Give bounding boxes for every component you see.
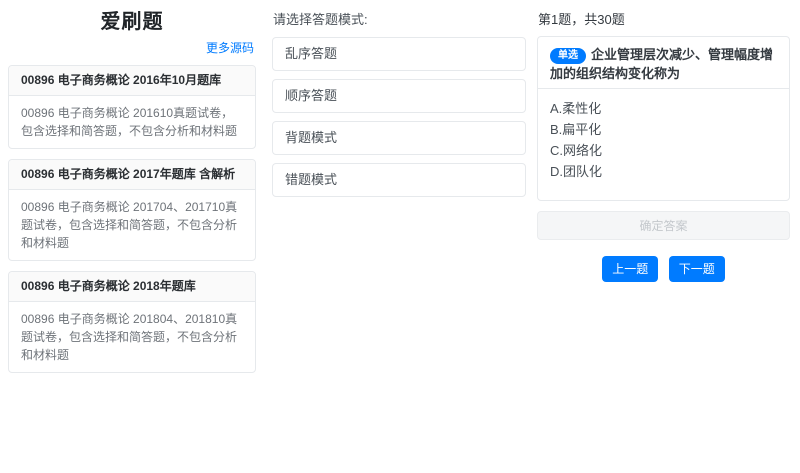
answer-option-d[interactable]: D.团队化 [550,162,777,183]
answer-option-c[interactable]: C.网络化 [550,141,777,162]
confirm-answer-button[interactable]: 确定答案 [537,211,790,240]
app-title: 爱刷题 [8,5,256,34]
more-source-link[interactable]: 更多源码 [8,39,254,56]
question-card: 单选企业管理层次减少、管理幅度增加的组织结构变化称为 A.柔性化 B.扁平化 C… [537,36,790,201]
bank-card-desc: 00896 电子商务概论 201610真题试卷，包含选择和简答题，不包含分析和材… [9,96,255,148]
answer-option-a[interactable]: A.柔性化 [550,99,777,120]
answer-options-list: A.柔性化 B.扁平化 C.网络化 D.团队化 [538,89,789,200]
prev-question-button[interactable]: 上一题 [602,256,658,282]
bank-card[interactable]: 00896 电子商务概论 2017年题库 含解析 00896 电子商务概论 20… [8,159,256,261]
mode-option-shuffled[interactable]: 乱序答题 [272,37,526,71]
bank-card[interactable]: 00896 电子商务概论 2018年题库 00896 电子商务概论 201804… [8,271,256,373]
question-nav: 上一题 下一题 [537,256,790,282]
mode-select-column: 请选择答题模式: 乱序答题 顺序答题 背题模式 错题模式 [272,0,526,205]
mode-option-recite[interactable]: 背题模式 [272,121,526,155]
bank-card[interactable]: 00896 电子商务概论 2016年10月题库 00896 电子商务概论 201… [8,65,256,149]
bank-card-desc: 00896 电子商务概论 201704、201710真题试卷，包含选择和简答题，… [9,190,255,260]
bank-card-desc: 00896 电子商务概论 201804、201810真题试卷，包含选择和简答题，… [9,302,255,372]
mode-option-mistakes[interactable]: 错题模式 [272,163,526,197]
mode-option-sequential[interactable]: 顺序答题 [272,79,526,113]
mode-select-label: 请选择答题模式: [272,0,526,37]
question-progress: 第1题，共30题 [537,0,790,36]
bank-list-column: 爱刷题 更多源码 00896 电子商务概论 2016年10月题库 00896 电… [8,0,256,383]
answer-option-b[interactable]: B.扁平化 [550,120,777,141]
bank-card-title: 00896 电子商务概论 2018年题库 [9,272,255,302]
question-column: 第1题，共30题 单选企业管理层次减少、管理幅度增加的组织结构变化称为 A.柔性… [537,0,790,282]
next-question-button[interactable]: 下一题 [669,256,725,282]
bank-card-title: 00896 电子商务概论 2017年题库 含解析 [9,160,255,190]
question-type-badge: 单选 [550,48,586,64]
quiz-app-page: 爱刷题 更多源码 00896 电子商务概论 2016年10月题库 00896 电… [0,0,800,473]
question-header: 单选企业管理层次减少、管理幅度增加的组织结构变化称为 [538,37,789,89]
bank-card-title: 00896 电子商务概论 2016年10月题库 [9,66,255,96]
